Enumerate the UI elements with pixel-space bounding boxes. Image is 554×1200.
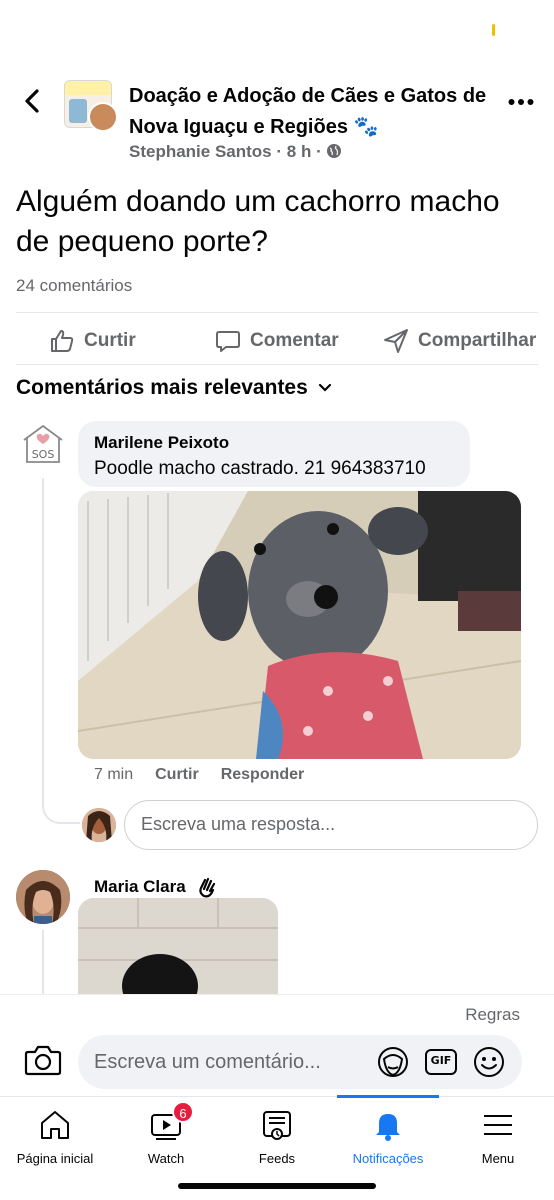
- bottom-tab-bar: Página inicial 6 Watch Feeds Notificaçõe…: [0, 1095, 554, 1200]
- menu-icon: [484, 1115, 512, 1135]
- home-icon: [41, 1111, 69, 1139]
- meta-separator: ·: [276, 142, 287, 161]
- rules-link[interactable]: Regras: [465, 1005, 520, 1025]
- tab-label: Notificações: [352, 1151, 424, 1166]
- commenter-avatar[interactable]: [16, 870, 70, 924]
- chevron-left-icon[interactable]: [18, 86, 48, 116]
- comment-text: Poodle macho castrado. 21 964383710: [94, 458, 426, 479]
- meta-separator: ·: [316, 142, 327, 161]
- comment-count[interactable]: 24 comentários: [16, 276, 132, 296]
- home-indicator: [178, 1183, 376, 1189]
- post-text: Alguém doando um cachorro macho de peque…: [16, 185, 500, 258]
- comment-icon: [216, 331, 240, 352]
- divider: [16, 312, 538, 313]
- tab-label: Feeds: [258, 1151, 296, 1166]
- divider: [16, 364, 538, 365]
- commenter-name[interactable]: Maria Clara: [94, 877, 186, 897]
- active-tab-indicator: [337, 1095, 439, 1098]
- svg-text:SOS: SOS: [32, 448, 55, 461]
- share-icon: [384, 329, 408, 353]
- comment-composer: Regras Escreva um comentário... GIF: [0, 994, 554, 1096]
- gif-button[interactable]: GIF: [424, 1045, 458, 1079]
- tab-notifications[interactable]: Notificações: [333, 1107, 443, 1167]
- like-label: Curtir: [84, 330, 136, 351]
- wave-hand-icon: [199, 877, 215, 898]
- notification-badge: 6: [172, 1101, 194, 1123]
- reply-input[interactable]: Escreva uma resposta...: [124, 800, 538, 850]
- globe-icon: [327, 144, 342, 158]
- comment-input-placeholder: Escreva um comentário...: [94, 1051, 321, 1073]
- post-meta: Stephanie Santos · 8 h ·: [129, 142, 342, 162]
- tab-home[interactable]: Página inicial: [0, 1107, 110, 1167]
- share-label: Compartilhar: [418, 330, 537, 351]
- camera-icon[interactable]: [24, 1043, 62, 1077]
- tab-feeds[interactable]: Feeds: [222, 1107, 332, 1167]
- comment-input[interactable]: Escreva um comentário... GIF: [78, 1035, 522, 1089]
- tab-menu[interactable]: Menu: [443, 1107, 553, 1167]
- emoji-icon[interactable]: [472, 1045, 506, 1079]
- status-indicator: [492, 24, 495, 36]
- comment-button[interactable]: Comentar: [214, 324, 339, 358]
- tab-label: Watch: [147, 1151, 185, 1166]
- comment-photo[interactable]: [78, 898, 278, 994]
- tab-watch[interactable]: 6 Watch: [111, 1101, 221, 1167]
- comment-like-link[interactable]: Curtir: [155, 766, 199, 784]
- user-avatar: [82, 808, 116, 842]
- tab-label: Menu: [481, 1151, 515, 1166]
- comment-label: Comentar: [250, 330, 339, 351]
- comment-time: 7 min: [94, 766, 134, 783]
- comments-sort-label: Comentários mais relevantes: [16, 376, 308, 399]
- commenter-name[interactable]: Marilene Peixoto: [94, 433, 229, 453]
- chevron-down-icon: [318, 383, 331, 392]
- comment-reply-link[interactable]: Responder: [221, 766, 305, 784]
- author-name[interactable]: Stephanie Santos: [129, 142, 272, 161]
- thread-line: [42, 930, 44, 994]
- thumbs-up-icon: [51, 330, 74, 352]
- thread-line: [42, 478, 80, 824]
- share-button[interactable]: Compartilhar: [382, 324, 536, 358]
- gif-label: GIF: [430, 1054, 452, 1067]
- post-time: 8 h: [286, 142, 312, 161]
- comment-photo[interactable]: [78, 491, 521, 759]
- group-title[interactable]: Doação e Adoção de Cães e Gatos de Nova …: [129, 81, 489, 143]
- comment-meta: 7 min Curtir Responder: [94, 766, 304, 784]
- feeds-icon: [263, 1111, 291, 1140]
- bell-icon: [376, 1114, 400, 1141]
- tab-label: Página inicial: [16, 1151, 94, 1166]
- post-header: Doação e Adoção de Cães e Gatos de Nova …: [0, 72, 554, 172]
- commenter-avatar[interactable]: SOS: [18, 420, 68, 470]
- group-avatar[interactable]: [64, 80, 118, 134]
- comment-bubble[interactable]: Marilene Peixoto Poodle macho castrado. …: [78, 421, 470, 487]
- comments-sort-dropdown[interactable]: Comentários mais relevantes: [16, 376, 332, 400]
- dog-photo: [78, 491, 521, 759]
- post-actions: Curtir Comentar Compartilhar: [0, 318, 554, 364]
- like-button[interactable]: Curtir: [48, 324, 136, 358]
- more-horizontal-icon[interactable]: [508, 98, 534, 106]
- avatar-sticker-icon[interactable]: [376, 1045, 410, 1079]
- comment-header: Maria Clara: [94, 876, 218, 898]
